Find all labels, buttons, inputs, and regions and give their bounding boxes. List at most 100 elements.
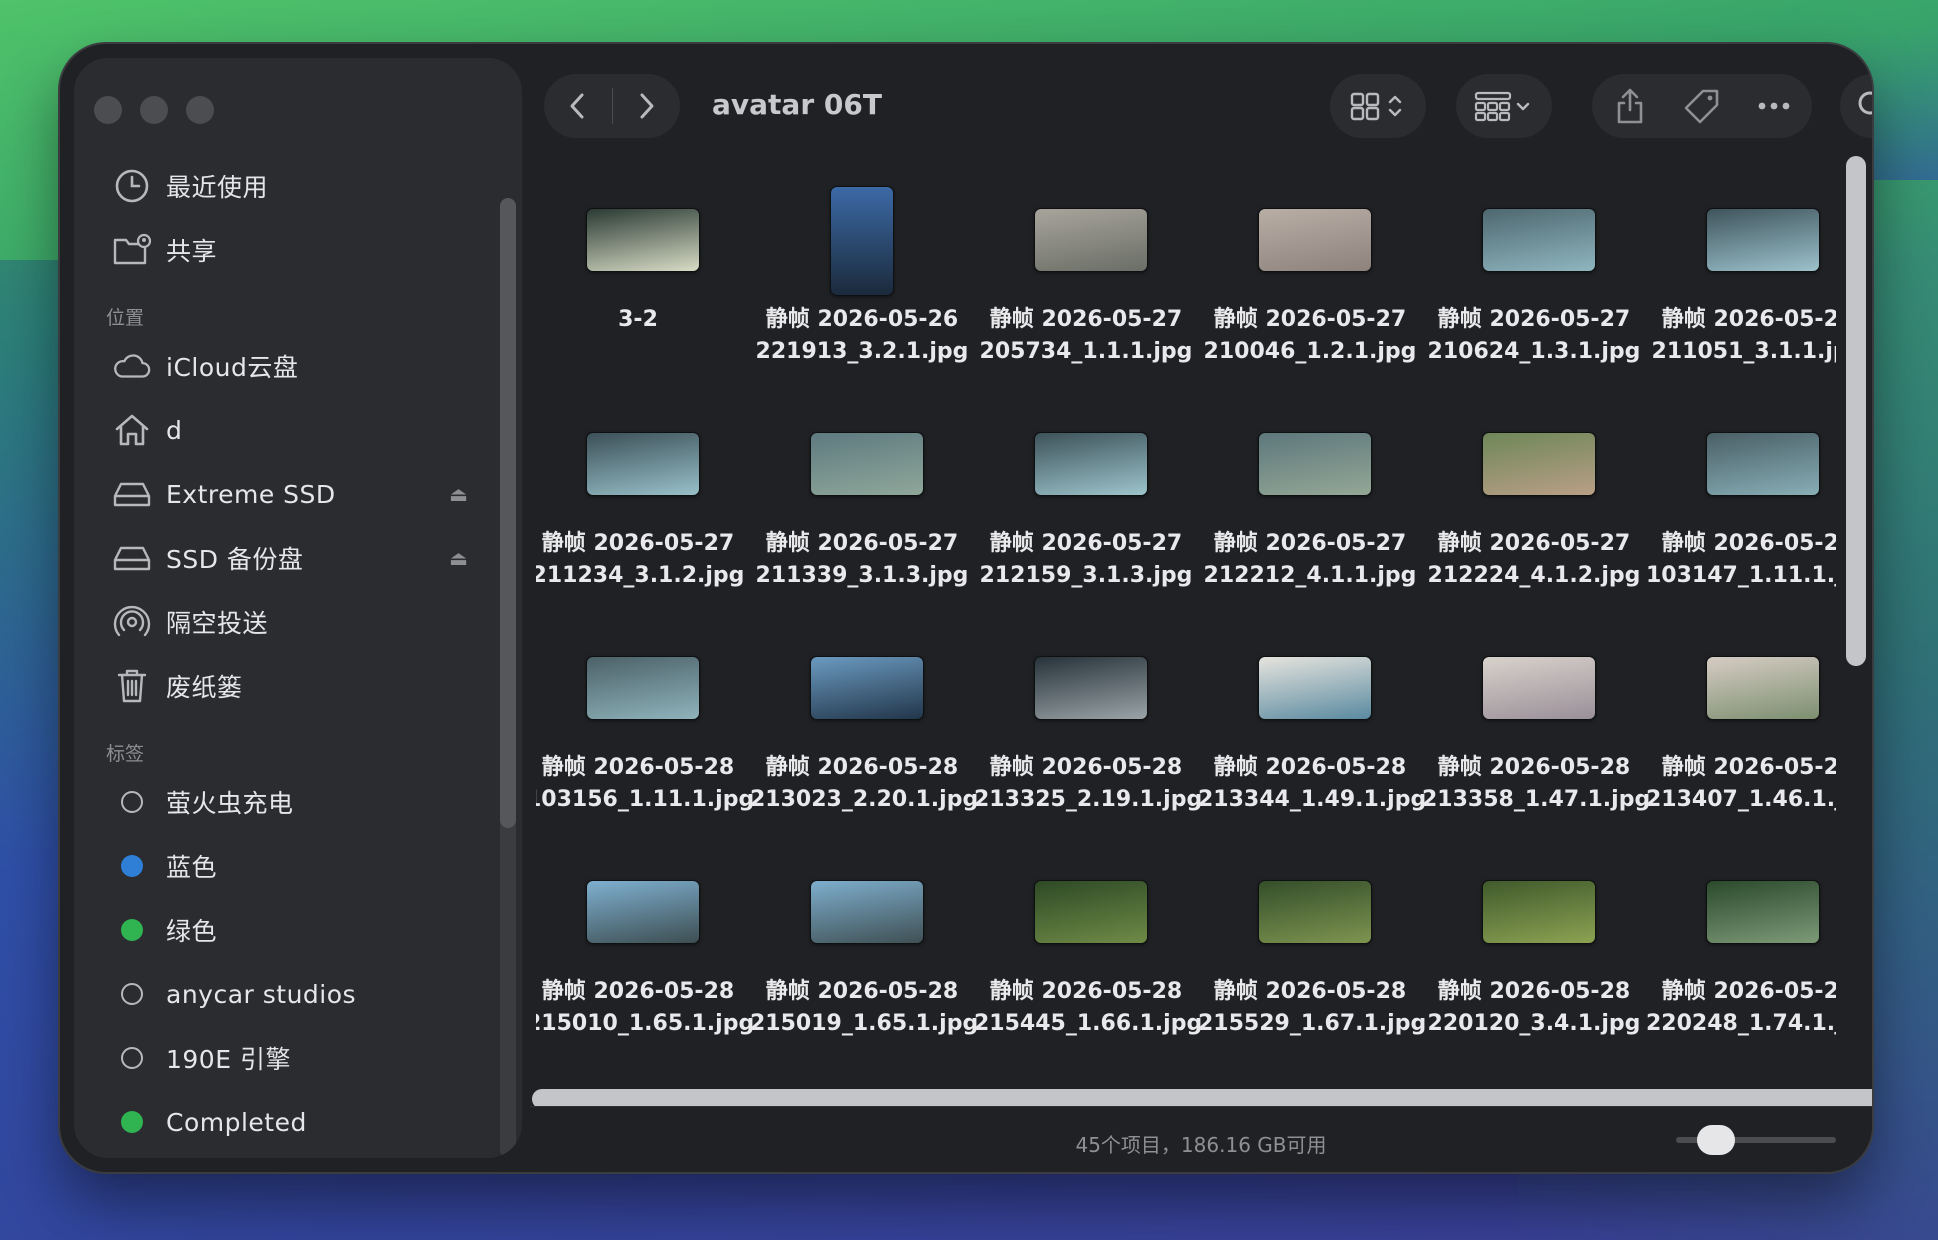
file-item[interactable]: 静帧 2026-05-27 211234_3.1.2.jpg — [536, 380, 744, 588]
sidebar-item-airdrop[interactable]: 隔空投送 — [74, 590, 474, 654]
file-item[interactable]: 静帧 2026-05-26 221913_3.2.1.jpg — [756, 156, 968, 364]
sidebar-item-trash[interactable]: 废纸篓 — [74, 654, 474, 718]
file-thumbnail — [586, 208, 700, 272]
file-item[interactable]: 静帧 2026-05-28 215010_1.65.1.jpg — [536, 828, 754, 1036]
file-item[interactable]: 静帧 2026-05-27 210046_1.2.1.jpg — [1204, 156, 1416, 364]
file-name-line1: 静帧 2026-05-27 — [1213, 307, 1407, 332]
close-button[interactable] — [94, 96, 122, 124]
file-name-line2: 215529_1.67.1.jpg — [1198, 1011, 1427, 1036]
more-icon[interactable] — [1738, 101, 1810, 111]
sidebar-item-label: Extreme SSD — [166, 479, 336, 509]
file-item[interactable]: 静帧 2026-05-27 212159_3.1.3.jpg — [980, 380, 1192, 588]
window-title: avatar 06T — [712, 88, 882, 121]
sidebar-item-label: 废纸篓 — [166, 673, 243, 702]
minimize-button[interactable] — [140, 96, 168, 124]
sidebar-list: 最近使用 共享 位置 iCloud云盘 d Extreme SSD ⏏ SSD … — [74, 154, 474, 1154]
trash-icon — [112, 666, 152, 706]
sidebar-item-icloud[interactable]: iCloud云盘 — [74, 334, 474, 398]
clock-icon — [112, 166, 152, 206]
file-item[interactable]: 静帧 2026-05-28 220120_3.4.1.jpg — [1428, 828, 1640, 1036]
file-name-line2: 212224_4.1.2.jpg — [1427, 563, 1641, 588]
window-controls — [94, 96, 214, 124]
sidebar-scrollbar[interactable] — [500, 198, 516, 828]
sidebar-item-label: anycar studios — [166, 979, 357, 1009]
file-name-line1: 静帧 2026-05-28 — [541, 979, 735, 1004]
navigation-buttons — [544, 74, 680, 138]
sidebar-item-tag[interactable]: 190E 引擎 — [74, 1026, 474, 1090]
file-item[interactable]: 静帧 2026-05-28 215445_1.66.1.jpg — [974, 828, 1202, 1036]
file-thumbnail — [1034, 656, 1148, 720]
sidebar-item-recents[interactable]: 最近使用 — [74, 154, 474, 218]
file-name: 静帧 2026-05-28 213358_1.47.1.jpg — [1422, 752, 1650, 816]
file-item[interactable]: 静帧 2026-05-28 103147_1.11.1.jpg — [1646, 380, 1836, 588]
file-item[interactable]: 静帧 2026-05-28 213325_2.19.1.jpg — [974, 604, 1202, 812]
tag-color-icon — [112, 782, 152, 822]
tag-color-icon — [112, 910, 152, 950]
sidebar-item-label: 蓝色 — [166, 853, 218, 882]
file-thumbnail — [1482, 656, 1596, 720]
file-item[interactable]: 静帧 2026-05-28 213358_1.47.1.jpg — [1422, 604, 1650, 812]
back-button[interactable] — [544, 74, 612, 138]
file-item[interactable]: 静帧 2026-05-28 215019_1.65.1.jpg — [750, 828, 978, 1036]
file-name-line1: 静帧 2026-05-28 — [989, 755, 1183, 780]
file-thumbnail — [810, 656, 924, 720]
sidebar-item-tag[interactable]: anycar studios — [74, 962, 474, 1026]
file-name-line1: 静帧 2026-05-28 — [1213, 755, 1407, 780]
sidebar-item-tag[interactable]: 萤火虫充电 — [74, 770, 474, 834]
file-item[interactable]: 静帧 2026-05-27 211339_3.1.3.jpg — [756, 380, 968, 588]
eject-icon[interactable]: ⏏ — [449, 482, 468, 506]
sidebar-item-tag[interactable]: 绿色 — [74, 898, 474, 962]
icon-size-slider-knob[interactable] — [1697, 1125, 1735, 1155]
file-name: 静帧 2026-05-28 213325_2.19.1.jpg — [974, 752, 1203, 816]
sidebar-item-home[interactable]: d — [74, 398, 474, 462]
sidebar-section-tags: 标签 — [106, 743, 145, 765]
file-item[interactable]: 静帧 2026-05-27 212212_4.1.1.jpg — [1204, 380, 1416, 588]
file-name-line1: 静帧 2026-05-27 — [1437, 531, 1631, 556]
file-name-line1: 静帧 2026-05-28 — [1661, 531, 1836, 556]
sidebar-item-label: 萤火虫充电 — [166, 789, 294, 818]
view-mode-button[interactable] — [1330, 74, 1426, 138]
eject-icon[interactable]: ⏏ — [449, 546, 468, 570]
search-button[interactable] — [1840, 74, 1872, 138]
file-name-line1: 静帧 2026-05-27 — [1661, 307, 1836, 332]
file-item[interactable]: 静帧 2026-05-28 213407_1.46.1.jpg — [1646, 604, 1836, 812]
zoom-button[interactable] — [186, 96, 214, 124]
file-item[interactable]: 静帧 2026-05-28 215529_1.67.1.jpg — [1198, 828, 1426, 1036]
group-button[interactable] — [1456, 74, 1552, 138]
file-name: 静帧 2026-05-28 220120_3.4.1.jpg — [1422, 976, 1646, 1040]
file-name: 静帧 2026-05-27 212212_4.1.1.jpg — [1198, 528, 1422, 592]
file-thumbnail — [1706, 432, 1820, 496]
sidebar-item-tag[interactable]: 蓝色 — [74, 834, 474, 898]
tag-icon[interactable] — [1666, 87, 1738, 125]
file-item[interactable]: 3-2 — [536, 156, 736, 356]
file-item[interactable]: 静帧 2026-05-27 205734_1.1.1.jpg — [980, 156, 1192, 364]
forward-button[interactable] — [612, 74, 680, 138]
file-name: 3-2 — [536, 304, 750, 336]
file-name-line1: 静帧 2026-05-26 — [765, 307, 959, 332]
sidebar-item-ssd-backup[interactable]: SSD 备份盘 ⏏ — [74, 526, 474, 590]
share-icon[interactable] — [1594, 87, 1666, 125]
file-thumbnail — [586, 880, 700, 944]
file-item[interactable]: 静帧 2026-05-28 213344_1.49.1.jpg — [1198, 604, 1426, 812]
status-bar: 45个项目，186.16 GB可用 — [530, 1106, 1872, 1172]
file-item[interactable]: 静帧 2026-05-28 213023_2.20.1.jpg — [750, 604, 978, 812]
file-name-line1: 静帧 2026-05-28 — [1213, 979, 1407, 1004]
file-item[interactable]: 静帧 2026-05-28 103156_1.11.1.jpg — [536, 604, 754, 812]
file-item[interactable]: 静帧 2026-05-27 212224_4.1.2.jpg — [1428, 380, 1640, 588]
file-thumbnail — [1258, 432, 1372, 496]
file-item[interactable]: 静帧 2026-05-27 210624_1.3.1.jpg — [1428, 156, 1640, 364]
sidebar-item-extreme-ssd[interactable]: Extreme SSD ⏏ — [74, 462, 474, 526]
sidebar-item-shared[interactable]: 共享 — [74, 218, 474, 282]
file-name-line1: 静帧 2026-05-28 — [765, 755, 959, 780]
vertical-scrollbar[interactable] — [1846, 156, 1866, 666]
sidebar-item-tag[interactable]: Completed — [74, 1090, 474, 1154]
tag-color-icon — [112, 1038, 152, 1078]
finder-window: 最近使用 共享 位置 iCloud云盘 d Extreme SSD ⏏ SSD … — [60, 44, 1872, 1172]
tag-list: 萤火虫充电蓝色绿色 anycar studios 190E 引擎 Completed — [74, 770, 474, 1154]
file-thumbnail — [810, 432, 924, 496]
grid-view-icon — [1350, 92, 1402, 121]
file-item[interactable]: 静帧 2026-05-28 220248_1.74.1.jpg — [1646, 828, 1836, 1036]
file-name-line2: 213325_2.19.1.jpg — [974, 787, 1203, 812]
file-name: 静帧 2026-05-28 213407_1.46.1.jpg — [1646, 752, 1836, 816]
file-item[interactable]: 静帧 2026-05-27 211051_3.1.1.jpg — [1652, 156, 1836, 364]
